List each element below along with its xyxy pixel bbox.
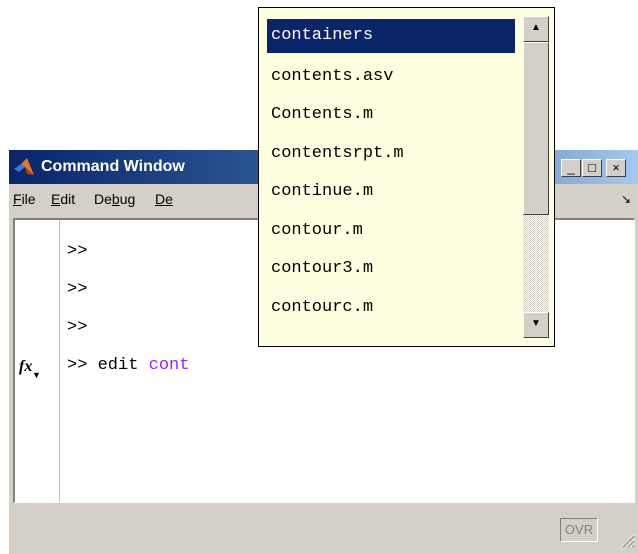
console-gutter: fx ▼ xyxy=(15,220,60,502)
maximize-button[interactable]: □ xyxy=(582,159,602,177)
partial-input: cont xyxy=(148,356,190,375)
autocomplete-item[interactable]: Contents.m xyxy=(267,96,515,135)
fx-icon[interactable]: fx xyxy=(19,358,32,376)
prompt-line: >> xyxy=(67,318,88,337)
autocomplete-item[interactable]: contour3.m xyxy=(267,250,515,289)
autocomplete-list: containers contents.asv Contents.m conte… xyxy=(267,19,515,327)
autocomplete-popup: containers contents.asv Contents.m conte… xyxy=(258,7,555,347)
fx-dropdown-icon[interactable]: ▼ xyxy=(32,370,41,380)
autocomplete-item-selected[interactable]: containers xyxy=(267,19,515,53)
autocomplete-item[interactable]: contour.m xyxy=(267,212,515,251)
autocomplete-item[interactable]: continue.m xyxy=(267,173,515,212)
menu-debug[interactable]: Debug xyxy=(94,191,135,207)
close-button[interactable]: × xyxy=(606,159,626,177)
matlab-logo-icon xyxy=(14,158,34,175)
status-bar: OVR xyxy=(9,508,638,552)
prompt-line: >> xyxy=(67,280,88,299)
ovr-indicator: OVR xyxy=(560,518,598,542)
scroll-down-button[interactable]: ▼ xyxy=(523,312,549,338)
prompt-symbol: >> xyxy=(67,356,88,375)
command-text: edit xyxy=(97,356,149,375)
scroll-up-button[interactable]: ▲ xyxy=(523,16,549,42)
menu-file[interactable]: File xyxy=(13,191,36,207)
undock-icon[interactable]: ↘ xyxy=(621,192,631,206)
autocomplete-scrollbar[interactable]: ▲ ▼ xyxy=(523,16,549,338)
arrow-down-icon: ▼ xyxy=(531,318,541,329)
prompt-line: >> xyxy=(67,242,88,261)
window-title: Command Window xyxy=(41,158,185,175)
autocomplete-item[interactable]: contents.asv xyxy=(267,58,515,97)
minimize-button[interactable]: _ xyxy=(561,159,581,177)
autocomplete-item[interactable]: contourc.m xyxy=(267,289,515,328)
scroll-thumb[interactable] xyxy=(523,42,549,215)
arrow-up-icon: ▲ xyxy=(531,22,541,33)
current-command-line[interactable]: >> edit cont xyxy=(67,356,189,375)
resize-grip-icon[interactable] xyxy=(619,532,635,548)
menu-edit[interactable]: Edit xyxy=(51,191,75,207)
menu-desktop[interactable]: De xyxy=(155,191,173,207)
autocomplete-item[interactable]: contentsrpt.m xyxy=(267,135,515,174)
